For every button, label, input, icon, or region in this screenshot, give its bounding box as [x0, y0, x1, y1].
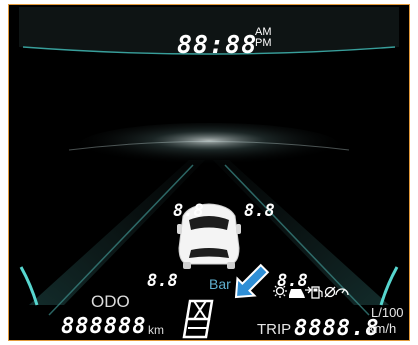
- tire-pressure-rear-left: 8.8: [147, 271, 178, 291]
- tire-pressure-unit: Bar: [209, 276, 231, 292]
- fuel-pump-icon: [311, 286, 323, 299]
- left-curve: [19, 266, 39, 306]
- right-curve: [379, 266, 399, 306]
- trip-value: 8888.8: [294, 316, 380, 341]
- tire-pressure-front-left: 8.8: [173, 201, 204, 221]
- clock-pm: PM: [255, 37, 272, 49]
- clock-time: 88:88: [177, 30, 258, 59]
- tire-pressure-front-right: 8.8: [244, 201, 275, 221]
- trip-unit-bottom: km/h: [368, 321, 397, 336]
- gear-indicator: [182, 299, 214, 339]
- trip-unit-top: L/100: [371, 305, 404, 320]
- empty-set-icon: [324, 286, 336, 298]
- odometer-value: 888888: [61, 314, 147, 339]
- odometer-label: ODO: [91, 292, 130, 311]
- instrument-cluster: 88:88 AM PM 8.8 8.8 8.8 8.8 Bar ODO 8888…: [8, 4, 410, 341]
- clock-am-pm: AM PM: [255, 27, 272, 49]
- trip-label: TRIP: [257, 321, 292, 338]
- tire-pressure-rear-right: 8.8: [277, 271, 308, 291]
- odometer-unit: km: [148, 323, 164, 337]
